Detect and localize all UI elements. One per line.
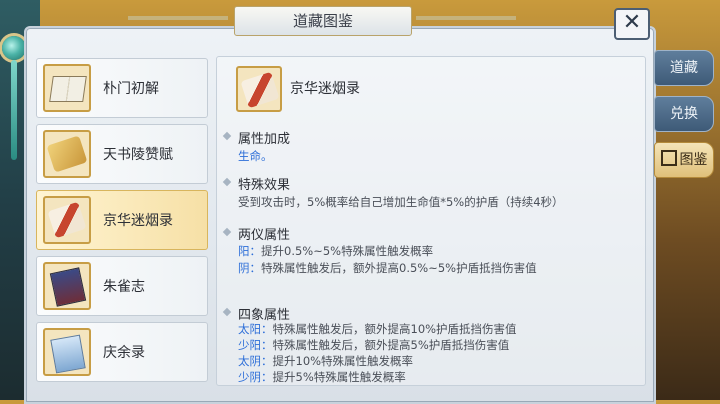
blue-book-icon xyxy=(43,328,91,376)
scroll-icon xyxy=(43,130,91,178)
list-item[interactable]: 朴门初解 xyxy=(36,58,208,118)
section-heading: 特殊效果 xyxy=(238,178,291,193)
red-scroll-icon xyxy=(236,66,282,112)
list-item[interactable]: 朱雀志 xyxy=(36,256,208,316)
liangyi-line: 阴：特殊属性触发后，额外提高0.5%~5%护盾抵挡伤害值 xyxy=(238,261,537,275)
jade-pendant-icon xyxy=(2,36,26,60)
tab-daozang[interactable]: 道藏 xyxy=(654,50,714,86)
tome-icon xyxy=(43,262,91,310)
list-item-label: 朴门初解 xyxy=(103,81,159,97)
tassel-decoration xyxy=(11,60,17,160)
codex-icon xyxy=(660,150,677,166)
sixiang-line: 少阴：提升5%特殊属性触发概率 xyxy=(238,370,406,384)
red-scroll-icon xyxy=(43,196,91,244)
list-item[interactable]: 天书陵赞赋 xyxy=(36,124,208,184)
book-icon xyxy=(43,64,91,112)
list-item-selected[interactable]: 京华迷烟录 xyxy=(36,190,208,250)
title-ornament-left xyxy=(128,16,228,20)
window-title: 道藏图鉴 xyxy=(234,6,412,36)
item-list: 朴门初解 天书陵赞赋 京华迷烟录 朱雀志 庆余录 xyxy=(36,58,210,388)
list-item[interactable]: 庆余录 xyxy=(36,322,208,382)
section-heading: 属性加成 xyxy=(238,132,291,147)
sixiang-line: 太阳：特殊属性触发后，额外提高10%护盾抵挡伤害值 xyxy=(238,322,517,336)
detail-title: 京华迷烟录 xyxy=(290,81,360,97)
close-button[interactable]: ✕ xyxy=(614,8,650,40)
tab-duihuan[interactable]: 兑换 xyxy=(654,96,714,132)
tab-tujian-label: 图鉴 xyxy=(679,152,708,168)
list-item-label: 天书陵赞赋 xyxy=(103,147,173,163)
sixiang-line: 少阳：特殊属性触发后，额外提高5%护盾抵挡伤害值 xyxy=(238,338,510,352)
list-item-label: 朱雀志 xyxy=(103,279,145,295)
tab-tujian[interactable]: 图鉴 xyxy=(654,142,714,178)
list-item-label: 庆余录 xyxy=(103,345,145,361)
list-item-label: 京华迷烟录 xyxy=(103,213,173,229)
title-ornament-right xyxy=(416,16,516,20)
section-heading: 两仪属性 xyxy=(238,228,291,243)
liangyi-line: 阳：提升0.5%~5%特殊属性触发概率 xyxy=(238,244,434,258)
special-effect-text: 受到攻击时，5%概率给自己增加生命值*5%的护盾（持续4秒） xyxy=(238,195,564,209)
attr-bonus-value: 生命。 xyxy=(238,149,273,163)
sixiang-line: 太阴：提升10%特殊属性触发概率 xyxy=(238,354,414,368)
